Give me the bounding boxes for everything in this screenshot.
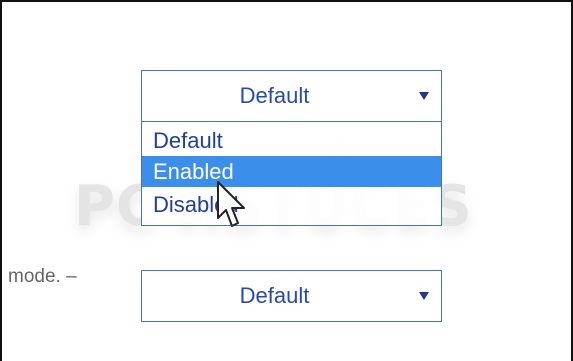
mouse-pointer-icon	[217, 181, 245, 227]
option-disabled[interactable]: Disabled	[142, 189, 441, 220]
select-dropdown-list: Default Enabled Disabled	[141, 122, 442, 226]
chevron-down-icon[interactable]	[419, 292, 429, 300]
select-value: Default	[239, 283, 310, 308]
option-enabled[interactable]: Enabled	[142, 156, 441, 187]
select-value: Default	[239, 83, 310, 108]
chevron-down-icon[interactable]	[419, 92, 429, 100]
mode-label: mode. –	[8, 266, 77, 287]
screenshot-frame: PC ASTUCES Default Default Enabled Disab…	[0, 0, 573, 361]
option-default[interactable]: Default	[142, 125, 441, 156]
mode-select-top[interactable]: Default	[141, 70, 442, 122]
mode-select-bottom[interactable]: Default	[141, 270, 442, 322]
